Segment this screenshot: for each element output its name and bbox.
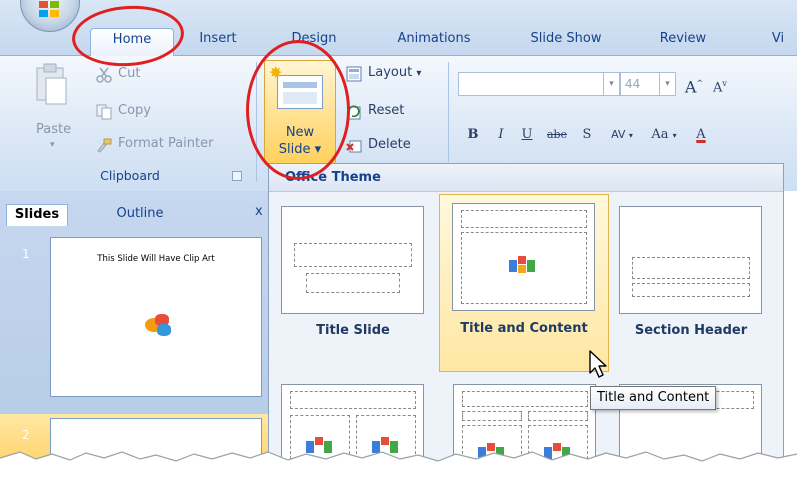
character-spacing-label: AV: [611, 128, 626, 141]
title-placeholder: [290, 391, 416, 409]
tab-slides[interactable]: Slides: [6, 204, 68, 226]
grow-font-icon: A: [684, 77, 697, 97]
layout-title-and-content[interactable]: Title and Content: [439, 194, 609, 372]
close-pane-icon[interactable]: x: [255, 204, 263, 219]
grow-font-button[interactable]: A^: [682, 72, 706, 96]
scissors-icon: [96, 67, 112, 83]
new-slide-layout-gallery: Office Theme Title Slide Title and Conte…: [268, 163, 784, 487]
layout-thumbnail: [281, 206, 424, 314]
tab-outline[interactable]: Outline: [100, 204, 180, 226]
office-logo-icon: [39, 1, 61, 17]
change-case-dropdown-icon: ▾: [672, 131, 677, 140]
layout-thumbnail: [619, 206, 762, 314]
shrink-font-button[interactable]: Av: [708, 72, 732, 96]
underline-button[interactable]: U: [516, 123, 538, 147]
layout-label: Title Slide: [316, 323, 390, 338]
layout-section-header[interactable]: Section Header: [611, 200, 771, 372]
spacing-dropdown-icon: ▾: [628, 131, 633, 140]
reset-button[interactable]: Reset: [368, 103, 404, 118]
clip-art-icon: [143, 312, 175, 340]
layout-title-slide[interactable]: Title Slide: [273, 200, 433, 372]
strikethrough-button[interactable]: abe: [542, 123, 572, 147]
layout-dropdown-arrow-icon: ▾: [416, 68, 422, 79]
layout-button[interactable]: Layout ▾: [368, 65, 421, 80]
tab-review[interactable]: Review: [648, 28, 718, 56]
gallery-header: Office Theme: [269, 164, 783, 192]
font-name-select[interactable]: [458, 72, 604, 96]
torn-edge: [0, 451, 797, 487]
layout-thumbnail: [452, 203, 595, 311]
tab-slide-show[interactable]: Slide Show: [518, 28, 614, 56]
delete-slide-icon: [346, 140, 362, 153]
title-placeholder: [462, 391, 588, 407]
new-slide-highlight-circle: [246, 40, 350, 180]
group-separator: [448, 62, 449, 162]
delete-slide-button[interactable]: Delete: [368, 137, 411, 152]
copy-button[interactable]: Copy: [118, 103, 151, 118]
font-name-dropdown-icon[interactable]: ▾: [604, 72, 620, 96]
slide-thumbnail[interactable]: This Slide Will Have Clip Art: [50, 237, 262, 397]
paste-button[interactable]: Paste: [36, 122, 71, 137]
title-placeholder: [294, 243, 412, 267]
font-size-select[interactable]: 44: [620, 72, 660, 96]
bold-button[interactable]: B: [462, 123, 484, 147]
layout-label: Title and Content: [460, 321, 588, 336]
title-placeholder: [461, 210, 587, 228]
text-placeholder: [632, 283, 750, 297]
italic-button[interactable]: I: [490, 123, 512, 147]
layout-icon: [346, 66, 362, 82]
tab-view[interactable]: Vi: [758, 28, 797, 56]
gallery-body: Title Slide Title and Content Section He…: [269, 192, 783, 487]
tab-insert[interactable]: Insert: [186, 28, 250, 56]
title-placeholder: [632, 257, 750, 279]
slide-thumbnail-title: This Slide Will Have Clip Art: [97, 254, 215, 264]
paste-arrow[interactable]: ▾: [50, 140, 55, 150]
subtitle-placeholder: [306, 273, 400, 293]
heading-placeholder: [528, 411, 588, 421]
paste-icon: [36, 63, 67, 105]
slide-number: 2: [22, 428, 30, 442]
layout-tooltip: Title and Content: [590, 386, 717, 410]
character-spacing-button[interactable]: AV ▾: [604, 123, 640, 147]
layout-label: Layout: [368, 65, 413, 80]
font-size-dropdown-icon[interactable]: ▾: [660, 72, 676, 96]
change-case-button[interactable]: Aa ▾: [644, 123, 684, 147]
shrink-font-icon: A: [713, 80, 723, 96]
copy-icon: [96, 104, 112, 120]
format-painter-icon: [97, 138, 112, 153]
change-case-label: Aa: [651, 127, 669, 142]
tab-animations[interactable]: Animations: [382, 28, 486, 56]
font-color-button[interactable]: A: [690, 123, 712, 147]
clipboard-dialog-launcher-icon[interactable]: [232, 171, 242, 181]
heading-placeholder: [462, 411, 522, 421]
cut-button[interactable]: Cut: [118, 66, 140, 81]
format-painter-button[interactable]: Format Painter: [118, 136, 213, 151]
content-icons: [509, 256, 537, 276]
slide-number: 1: [22, 247, 30, 261]
mouse-cursor-icon: [589, 350, 607, 378]
layout-label: Section Header: [634, 323, 748, 338]
clipboard-group-title: Clipboard: [100, 168, 160, 183]
powerpoint-window: Home Insert Design Animations Slide Show…: [0, 0, 797, 487]
text-shadow-button[interactable]: S: [576, 123, 598, 147]
